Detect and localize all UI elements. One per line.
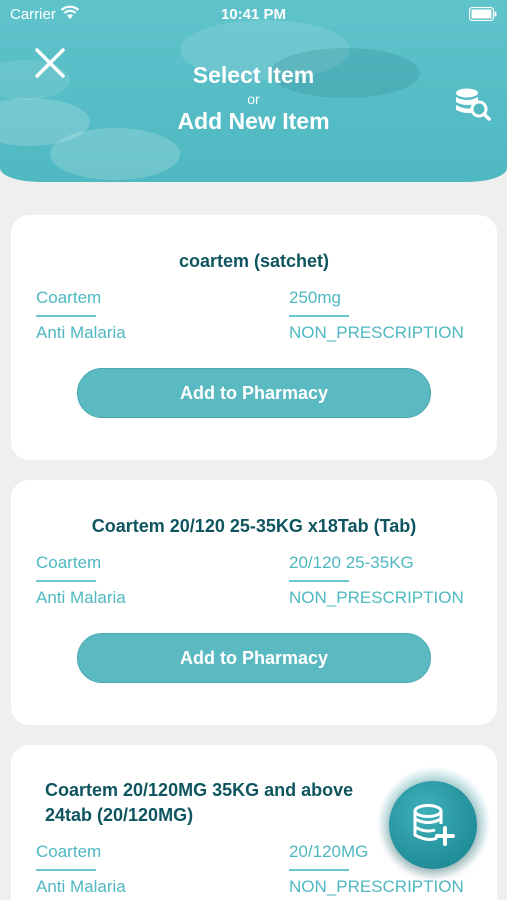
item-title: Coartem 20/120MG 35KG and above 24tab (2… (45, 780, 354, 825)
divider (289, 580, 349, 582)
divider (36, 869, 96, 871)
title-select-item: Select Item (192, 62, 315, 88)
add-to-pharmacy-button[interactable]: Add to Pharmacy (77, 633, 431, 683)
item-card: Coartem 20/120 25-35KG x18Tab (Tab) Coar… (11, 480, 497, 725)
search-database-button[interactable] (452, 84, 492, 124)
item-category: Anti Malaria (36, 588, 126, 607)
item-prescription: NON_PRESCRIPTION (289, 323, 464, 342)
item-prescription: NON_PRESCRIPTION (289, 877, 464, 896)
item-card: coartem (satchet) Coartem 250mg Anti Mal… (11, 215, 497, 460)
item-title: Coartem 20/120 25-35KG x18Tab (Tab) (91, 516, 417, 536)
item-title: coartem (satchet) (178, 251, 330, 271)
divider (289, 315, 349, 317)
item-strength: 20/120 25-35KG (289, 553, 414, 572)
divider (36, 315, 96, 317)
item-strength: 20/120MG (289, 842, 369, 861)
battery-icon (468, 6, 497, 25)
database-search-icon (456, 88, 491, 121)
add-new-item-button[interactable] (389, 781, 477, 869)
page-title: Select Item or Add New Item (0, 62, 507, 135)
item-brand: Coartem (36, 288, 102, 307)
item-strength: 250mg (289, 288, 341, 307)
database-add-icon (413, 804, 455, 846)
add-to-pharmacy-button[interactable]: Add to Pharmacy (77, 368, 431, 418)
status-time: 10:41 PM (220, 6, 287, 23)
title-add-new-item: Add New Item (177, 108, 330, 134)
item-brand: Coartem (36, 553, 102, 572)
item-category: Anti Malaria (36, 323, 126, 342)
divider (289, 869, 349, 871)
status-bar: Carrier 10:41 PM (0, 0, 507, 30)
item-prescription: NON_PRESCRIPTION (289, 588, 464, 607)
header: Carrier 10:41 PM Select Item or Add New … (0, 0, 507, 182)
title-or: or (247, 91, 260, 107)
item-brand: Coartem (36, 842, 102, 861)
item-category: Anti Malaria (36, 877, 126, 896)
divider (36, 580, 96, 582)
